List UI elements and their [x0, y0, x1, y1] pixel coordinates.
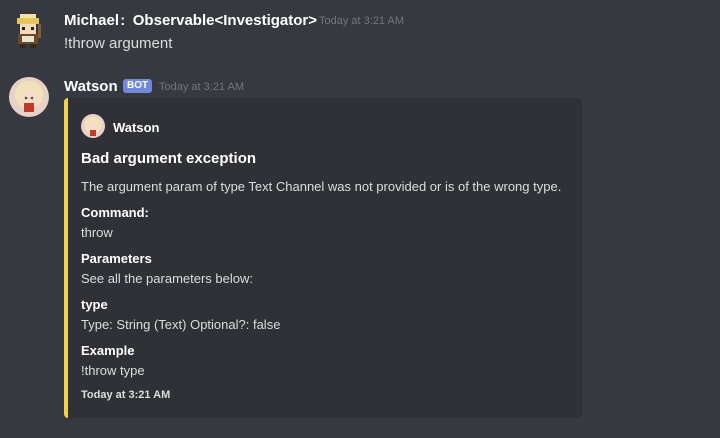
embed-field-value: Type: String (Text) Optional?: false	[81, 317, 281, 332]
embed-accent-bar	[64, 98, 68, 418]
embed-field-value: See all the parameters below:	[81, 271, 253, 286]
author-name[interactable]: Watson	[64, 78, 118, 95]
anime-avatar-icon	[81, 114, 105, 138]
anime-avatar-icon	[9, 77, 49, 117]
embed-field-value: throw	[81, 225, 113, 240]
embed-author-name[interactable]: Watson	[113, 120, 159, 135]
user-avatar[interactable]	[8, 10, 48, 50]
embed-footer-timestamp: Today at 3:21 AM	[81, 389, 171, 401]
bot-avatar[interactable]	[9, 77, 49, 117]
message-timestamp: Today at 3:21 AM	[159, 81, 244, 93]
embed-field-name: type	[81, 297, 108, 312]
bot-badge: BOT	[123, 79, 153, 93]
message-timestamp: Today at 3:21 AM	[319, 15, 404, 27]
embed-field-value: !throw type	[81, 363, 145, 378]
pixel-avatar-icon	[17, 14, 41, 48]
embed-field-name: Example	[81, 343, 135, 358]
embed-title: Bad argument exception	[81, 150, 257, 167]
embed-description: The argument param of type Text Channel …	[81, 179, 562, 194]
embed-field-name: Parameters	[81, 251, 152, 266]
embed-author-avatar	[81, 114, 105, 138]
embed: Watson Bad argument exception The argume…	[64, 98, 582, 418]
embed-field-name: Command:	[81, 205, 149, 220]
author-name[interactable]: Michael : Observable<Investigator>	[64, 12, 317, 29]
message-content: !throw argument	[64, 35, 173, 52]
